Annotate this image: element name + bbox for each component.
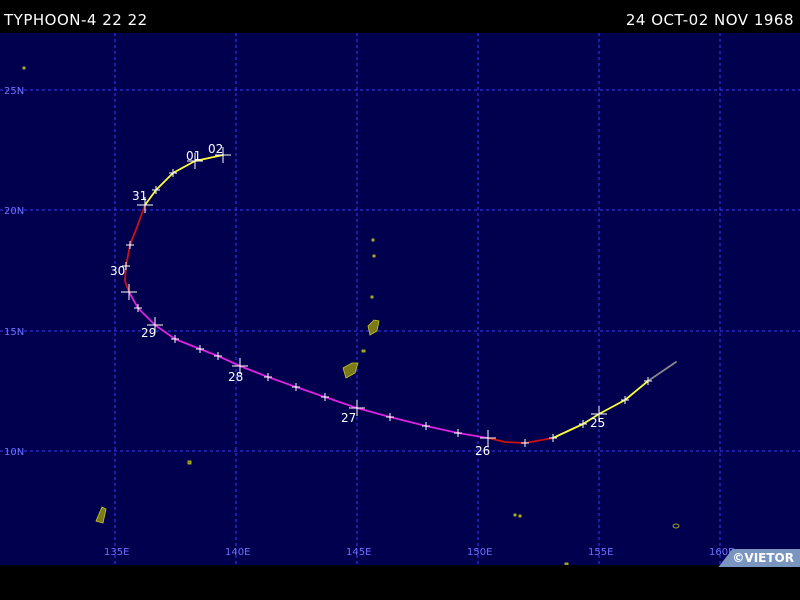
date-label-26: 26 <box>475 444 490 458</box>
track-map[interactable]: 25N 20N 15N 10N 135E 140E 145E 150E 155E… <box>0 33 800 565</box>
island-small-2 <box>371 238 375 242</box>
date-label-29: 29 <box>141 326 156 340</box>
lon-label-150e: 150E <box>467 547 492 558</box>
lat-label-25n: 25N <box>4 86 24 97</box>
lon-label-140e: 140E <box>225 547 250 558</box>
lon-label-155e: 155E <box>588 547 613 558</box>
date-label-30: 30 <box>110 264 125 278</box>
island-nw <box>22 66 26 70</box>
date-label-31: 31 <box>132 189 147 203</box>
island-small-1 <box>361 349 366 353</box>
date-label-28: 28 <box>228 370 243 384</box>
lat-label-20n: 20N <box>4 206 24 217</box>
date-range: 24 OCT-02 NOV 1968 <box>625 11 794 29</box>
storm-title: TYPHOON-4 22 22 <box>4 11 148 29</box>
date-label-27: 27 <box>341 411 356 425</box>
date-label-25: 25 <box>590 416 605 430</box>
lat-label-10n: 10N <box>4 447 24 458</box>
island-small-8 <box>564 562 569 565</box>
lon-label-145e: 145E <box>346 547 371 558</box>
date-label-01: 01 <box>186 149 201 163</box>
lon-label-135e: 135E <box>104 547 129 558</box>
island-small-4 <box>370 295 374 299</box>
island-small-7 <box>518 514 522 518</box>
island-small-3 <box>372 254 376 258</box>
island-small-5 <box>187 460 192 465</box>
credit-badge: ©VIETOR <box>718 549 800 567</box>
date-label-02: 02 <box>208 142 223 156</box>
ocean-background <box>0 33 800 565</box>
island-small-6 <box>513 513 517 517</box>
lat-label-15n: 15N <box>4 327 24 338</box>
